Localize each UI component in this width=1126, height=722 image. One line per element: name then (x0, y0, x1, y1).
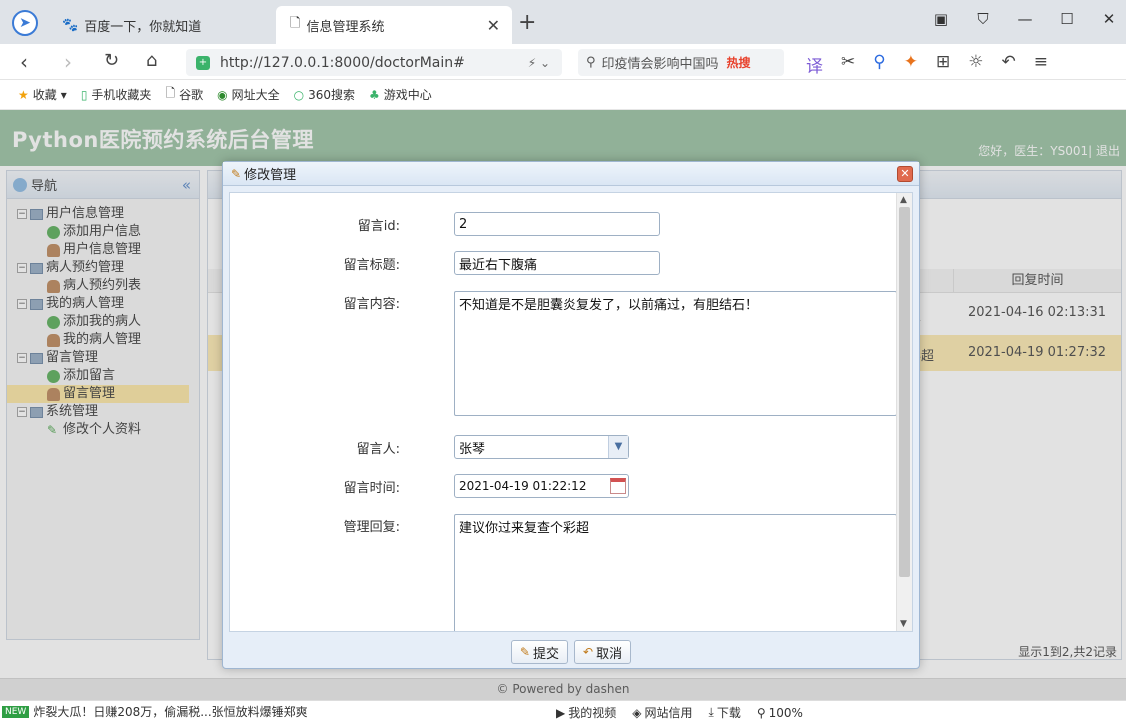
globe-icon: ◉ (217, 87, 228, 102)
bookmark-google[interactable]: 🗋 谷歌 (165, 84, 203, 105)
scissors-icon[interactable]: ✂ (841, 52, 855, 77)
phone-icon: ▯ (80, 87, 88, 102)
bookmarks-bar: ★ 收藏 ▾ ▯ 手机收藏夹 🗋 谷歌 ◉ 网址大全 ○ 360搜索 ♣ 游戏中心 (0, 80, 1126, 110)
message-title-input[interactable]: 最近右下腹痛 (454, 251, 660, 275)
search-icon: ⚲ (586, 55, 596, 70)
submit-button[interactable]: ✎ 提交 (510, 640, 568, 664)
gamepad-icon: ♣ (369, 87, 380, 102)
edit-pencil-icon: ✎ (231, 166, 242, 181)
zoom-icon: ⚲ (756, 705, 766, 720)
message-time-input[interactable]: 2021-04-19 01:22:12 (454, 474, 629, 498)
edit-message-dialog: ✎ 修改管理 ✕ 留言id: 2 留言标题: 最近右下腹痛 留言内容: 不知道是… (222, 161, 920, 669)
back-icon[interactable]: ‹ (20, 50, 28, 74)
search-text: 印疫情会影响中国吗 (601, 57, 719, 72)
url-text: http://127.0.0.1:8000/doctorMain# (220, 54, 465, 71)
message-content-textarea[interactable]: 不知道是不是胆囊炎复发了，以前痛过，有胆结石！ (454, 291, 897, 416)
message-author-select[interactable]: 张琴 ▼ (454, 435, 629, 459)
minimize-icon[interactable]: — (1016, 10, 1034, 28)
browser-status-bar: NEW 炸裂大瓜！日赚208万，偷漏税...张恒放料爆锤郑爽 ▶ 我的视频 ◈ 网站… (0, 700, 1126, 722)
apps-grid-icon[interactable]: ⊞ (936, 52, 950, 77)
edit-icon: ✎ (519, 645, 530, 659)
page-icon: 🗋 (290, 16, 301, 31)
site-credit-button[interactable]: ◈ 网站信用 (632, 704, 692, 721)
toolbar-icons: 译 ✂ ⚲ ✦ ⊞ ☼ ↶ ≡ (806, 52, 1048, 77)
maximize-icon[interactable]: ☐ (1058, 10, 1076, 28)
reload-icon[interactable]: ↻ (104, 50, 119, 71)
label-message-id: 留言id: (357, 219, 400, 234)
scroll-up-icon[interactable]: ▲ (900, 195, 907, 205)
tab-label: 信息管理系统 (306, 19, 385, 35)
status-items: ▶ 我的视频 ◈ 网站信用 ⤓ 下载 ⚲ 100% (556, 704, 803, 721)
address-bar-row: ‹ › ↻ ⌂ + http://127.0.0.1:8000/doctorMa… (0, 44, 1126, 80)
brightness-icon[interactable]: ☼ (968, 52, 983, 77)
download-icon: ⤓ (708, 705, 714, 719)
undo-arrow-icon: ↶ (583, 645, 594, 659)
label-message-content: 留言内容: (343, 297, 400, 312)
credit-icon: ◈ (632, 705, 642, 720)
label-admin-reply: 管理回复: (343, 520, 400, 535)
tab-close-icon[interactable]: ✕ (487, 16, 500, 35)
dialog-header: ✎ 修改管理 (223, 162, 919, 186)
label-message-time: 留言时间: (343, 481, 400, 496)
cancel-button[interactable]: ↶ 取消 (574, 640, 632, 664)
window-controls: ▣ ⛉ — ☐ ✕ (932, 10, 1118, 28)
bookmark-favorites[interactable]: ★ 收藏 ▾ (18, 86, 67, 103)
dialog-footer: ✎ 提交 ↶ 取消 (223, 636, 919, 668)
ring-icon: ○ (293, 87, 305, 102)
message-time-value: 2021-04-19 01:22:12 (459, 479, 587, 493)
zoom-level[interactable]: ⚲ 100% (757, 704, 803, 721)
chevron-down-icon[interactable]: ▼ (608, 436, 628, 458)
my-video-button[interactable]: ▶ 我的视频 (556, 704, 616, 721)
news-ticker[interactable]: 炸裂大瓜！日赚208万，偷漏税...张恒放料爆锤郑爽 (33, 703, 553, 720)
dialog-form: 留言id: 2 留言标题: 最近右下腹痛 留言内容: 不知道是不是胆囊炎复发了，… (229, 192, 913, 632)
dialog-title: 修改管理 (244, 168, 297, 183)
game-icon[interactable]: ✦ (904, 52, 918, 77)
translate-icon[interactable]: 译 (806, 52, 823, 77)
window-close-icon[interactable]: ✕ (1100, 10, 1118, 28)
author-selected-value: 张琴 (459, 441, 486, 457)
hot-search-badge: 热搜 (726, 56, 751, 70)
browser-tab-bar: ➤ 🐾 百度一下，你就知道 🗋 信息管理系统 ✕ + ▣ ⛉ — ☐ ✕ (0, 0, 1126, 44)
tab-count-icon[interactable]: ▣ (932, 10, 950, 28)
browser-tab-baidu[interactable]: 🐾 百度一下，你就知道 (48, 6, 268, 44)
browser-search-input[interactable]: ⚲ 印疫情会影响中国吗 热搜 (578, 49, 784, 76)
label-message-title: 留言标题: (343, 258, 400, 273)
label-message-author: 留言人: (356, 442, 400, 457)
scroll-down-icon[interactable]: ▼ (900, 619, 907, 629)
scroll-thumb[interactable] (899, 207, 910, 577)
home-icon[interactable]: ⌂ (146, 50, 157, 71)
bookmark-sites[interactable]: ◉ 网址大全 (217, 86, 280, 103)
dialog-close-icon[interactable]: ✕ (897, 166, 913, 182)
magnifier-icon[interactable]: ⚲ (873, 52, 885, 77)
undo-icon[interactable]: ↶ (1001, 52, 1015, 77)
download-button[interactable]: ⤓ 下载 (709, 704, 741, 721)
baidu-paw-icon: 🐾 (62, 17, 79, 33)
bookmark-games[interactable]: ♣ 游戏中心 (369, 86, 432, 103)
video-icon: ▶ (556, 705, 566, 720)
page-icon: 🗋 (165, 86, 176, 100)
dialog-scrollbar[interactable]: ▲ ▼ (896, 193, 912, 631)
shirt-icon[interactable]: ⛉ (974, 10, 992, 28)
bookmark-mobile[interactable]: ▯ 手机收藏夹 (81, 86, 152, 103)
new-badge: NEW (2, 705, 30, 718)
url-tools-icon[interactable]: ⚡ ⌄ (528, 56, 550, 70)
url-input[interactable]: + http://127.0.0.1:8000/doctorMain# ⚡ ⌄ (186, 49, 562, 76)
tab-label: 百度一下，你就知道 (84, 19, 202, 35)
security-shield-icon: + (196, 55, 210, 70)
browser-logo-icon[interactable]: ➤ (12, 10, 38, 36)
message-id-input[interactable]: 2 (454, 212, 660, 236)
star-icon: ★ (18, 87, 29, 102)
calendar-icon[interactable] (610, 478, 626, 494)
forward-icon[interactable]: › (64, 50, 72, 74)
admin-reply-textarea[interactable]: 建议你过来复查个彩超 (454, 514, 897, 631)
menu-icon[interactable]: ≡ (1034, 52, 1048, 77)
browser-tab-info-system[interactable]: 🗋 信息管理系统 ✕ (276, 6, 512, 44)
new-tab-icon[interactable]: + (518, 10, 536, 35)
bookmark-360[interactable]: ○ 360搜索 (294, 86, 355, 103)
